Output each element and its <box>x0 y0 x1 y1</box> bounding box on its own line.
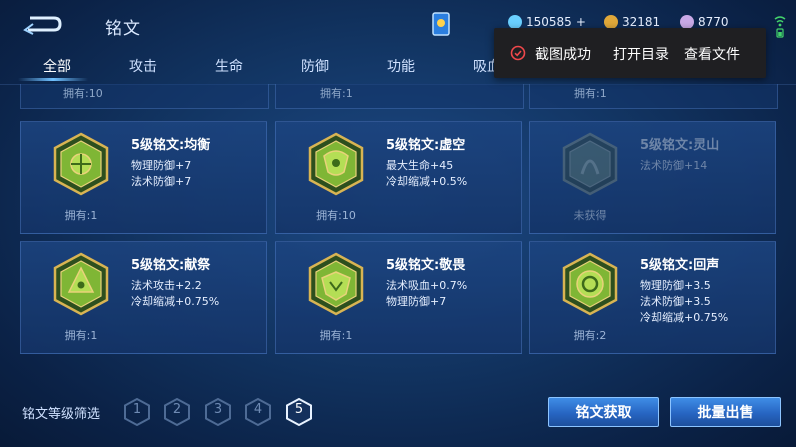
bulk-sell-button[interactable]: 批量出售 <box>670 397 781 427</box>
owned-count: 拥有:10 <box>316 209 356 222</box>
level-filter-4[interactable]: 4 <box>245 397 271 427</box>
card-partial[interactable]: 拥有:1 <box>529 84 778 109</box>
owned-count: 拥有:1 <box>320 87 353 100</box>
inscription-card[interactable]: 拥有:10 5级铭文:虚空 最大生命+45 冷却缩减+0.5% <box>275 121 522 234</box>
inscription-card[interactable]: 未获得 5级铭文:灵山 法术防御+14 <box>529 121 776 234</box>
inscription-name: 5级铭文:虚空 <box>386 138 466 153</box>
diamond-add-button[interactable]: + <box>576 15 586 29</box>
diamond-currency: 150585 + <box>508 15 586 29</box>
inscription-shard-icon <box>680 15 694 29</box>
inscription-name: 5级铭文:灵山 <box>640 138 720 153</box>
diamond-amount: 150585 <box>526 15 572 29</box>
toast-message: 截图成功 <box>535 47 591 63</box>
level-number: 4 <box>253 402 263 417</box>
inscription-card[interactable]: 拥有:1 5级铭文:敬畏 法术吸血+0.7% 物理防御+7 <box>275 241 522 354</box>
inscription-emblem-icon <box>308 132 364 196</box>
inscription-emblem-icon <box>53 132 109 196</box>
inscription-attribute: 法术防御+3.5 <box>640 295 711 308</box>
level-number: 1 <box>132 402 142 417</box>
level-number: 3 <box>213 402 223 417</box>
gold-amount: 32181 <box>622 15 661 29</box>
inscription-attribute: 最大生命+45 <box>386 159 454 172</box>
card-partial[interactable]: 拥有:10 <box>20 84 269 109</box>
inscription-emblem-icon <box>562 132 618 196</box>
level-filter-3[interactable]: 3 <box>205 397 231 427</box>
owned-count: 拥有:10 <box>63 87 103 100</box>
inscription-emblem-icon <box>562 252 618 316</box>
wifi-signal-icon <box>774 16 786 38</box>
gold-coin-icon <box>604 15 618 29</box>
phone-card-icon[interactable] <box>431 11 451 37</box>
inscription-name: 5级铭文:敬畏 <box>386 258 466 273</box>
inscription-name: 5级铭文:均衡 <box>131 138 211 153</box>
level-number: 5 <box>294 402 304 417</box>
owned-count: 拥有:1 <box>64 209 98 222</box>
tab-hp[interactable]: 生命 <box>215 56 243 76</box>
active-tab-indicator <box>18 78 88 81</box>
inscription-attribute: 冷却缩减+0.5% <box>386 175 468 188</box>
inscription-name: 5级铭文:献祭 <box>131 258 211 273</box>
open-directory-link[interactable]: 打开目录 <box>613 44 669 64</box>
owned-count: 拥有:2 <box>573 329 607 342</box>
back-arrow-icon[interactable] <box>22 12 66 36</box>
gold-currency: 32181 <box>604 15 660 29</box>
owned-count: 拥有:1 <box>64 329 98 342</box>
inscription-amount: 8770 <box>698 15 729 29</box>
inscription-attribute: 物理防御+7 <box>386 295 447 308</box>
inscription-attribute: 法术吸血+0.7% <box>386 279 468 292</box>
inscription-card[interactable]: 拥有:1 5级铭文:献祭 法术攻击+2.2 冷却缩减+0.75% <box>20 241 267 354</box>
level-filter-label: 铭文等级筛选 <box>22 407 101 422</box>
inscription-attribute: 法术防御+7 <box>131 175 192 188</box>
screenshot-toast: 截图成功 打开目录 查看文件 <box>494 28 766 78</box>
get-inscription-button[interactable]: 铭文获取 <box>548 397 659 427</box>
owned-count: 拥有:1 <box>574 87 607 100</box>
level-filter-2[interactable]: 2 <box>164 397 190 427</box>
level-filter-1[interactable]: 1 <box>124 397 150 427</box>
inscription-name: 5级铭文:回声 <box>640 258 720 273</box>
owned-count: 未获得 <box>573 209 607 222</box>
inscription-currency: 8770 <box>680 15 729 29</box>
inscription-attribute: 冷却缩减+0.75% <box>131 295 220 308</box>
inscription-emblem-icon <box>308 252 364 316</box>
tab-all[interactable]: 全部 <box>43 56 71 76</box>
inscription-attribute: 物理防御+7 <box>131 159 192 172</box>
page-title: 铭文 <box>105 19 141 39</box>
level-number: 2 <box>172 402 182 417</box>
inscription-attribute: 法术防御+14 <box>640 159 708 172</box>
tab-defense[interactable]: 防御 <box>301 56 329 76</box>
inscription-emblem-icon <box>53 252 109 316</box>
tab-attack[interactable]: 攻击 <box>129 56 157 76</box>
inscription-attribute: 冷却缩减+0.75% <box>640 311 729 324</box>
inscription-card[interactable]: 拥有:2 5级铭文:回声 物理防御+3.5 法术防御+3.5 冷却缩减+0.75… <box>529 241 776 354</box>
owned-count: 拥有:1 <box>319 329 353 342</box>
inscription-attribute: 法术攻击+2.2 <box>131 279 202 292</box>
diamond-icon <box>508 15 522 29</box>
view-file-link[interactable]: 查看文件 <box>684 44 740 64</box>
inscription-attribute: 物理防御+3.5 <box>640 279 711 292</box>
level-filter-5[interactable]: 5 <box>286 397 312 427</box>
check-circle-icon <box>510 45 526 61</box>
inscription-card[interactable]: 拥有:1 5级铭文:均衡 物理防御+7 法术防御+7 <box>20 121 267 234</box>
tab-function[interactable]: 功能 <box>387 56 415 76</box>
card-partial[interactable]: 拥有:1 <box>275 84 524 109</box>
